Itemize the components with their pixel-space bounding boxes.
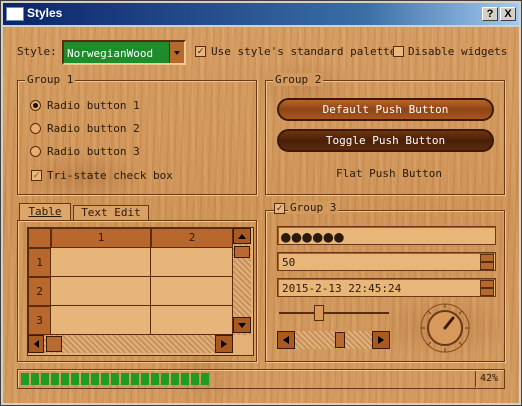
close-button[interactable]: X [500,7,516,21]
scroll-thumb[interactable] [234,246,250,258]
table-cell[interactable] [51,248,151,277]
scroll-right-arrow-icon[interactable] [372,331,390,349]
table-horizontal-scrollbar[interactable] [28,335,233,353]
tab-text-edit[interactable]: Text Edit [73,205,149,221]
style-label: Style: [17,45,57,58]
table-cell[interactable] [151,306,233,335]
spin-box[interactable]: 50 [277,252,496,271]
dial[interactable] [419,302,471,354]
group3-scrollbar[interactable] [277,331,390,349]
scroll-right-arrow-icon[interactable] [215,335,233,353]
datetime-down-icon[interactable] [480,288,494,296]
progress-fill [21,373,209,385]
group1-title: Group 1 [25,73,76,86]
window-title: Styles [27,6,63,20]
progress-bar: 42% [17,369,505,389]
slider-handle[interactable] [314,305,324,321]
tristate-checkbox[interactable]: ✓ [31,170,42,181]
password-field[interactable]: ●●●●●● [277,226,496,246]
table-cell[interactable] [51,277,151,306]
radio-button-1[interactable] [30,100,41,111]
column-header-1[interactable]: 1 [51,228,151,248]
table-corner [28,228,51,248]
use-palette-checkbox[interactable]: ✓ [195,46,206,57]
styles-window: Styles ? X Style: NorwegianWood ✓ Use st… [0,0,522,406]
disable-widgets-checkbox[interactable] [393,46,404,57]
spin-up-icon[interactable] [480,254,494,262]
style-combobox[interactable]: NorwegianWood [62,40,186,65]
datetime-edit[interactable]: 2015-2-13 22:45:24 [277,278,496,297]
table-vertical-scrollbar[interactable] [233,228,251,335]
client-area: Style: NorwegianWood ✓ Use style's stand… [3,27,519,403]
title-bar[interactable]: Styles ? X [3,3,519,25]
table-view[interactable]: 1 2 1 2 3 [27,227,254,356]
column-header-2[interactable]: 2 [151,228,233,248]
spin-down-icon[interactable] [480,262,494,270]
row-header-3[interactable]: 3 [28,306,51,335]
scroll-thumb[interactable] [335,332,345,348]
toggle-push-button[interactable]: Toggle Push Button [277,129,494,152]
radio-button-3-label: Radio button 3 [47,145,140,158]
group3-checkbox[interactable]: ✓ [274,203,285,214]
radio-button-2[interactable] [30,123,41,134]
tristate-label: Tri-state check box [47,169,173,182]
password-field-value: ●●●●●● [281,227,345,246]
tab-table-label: Table [28,205,62,218]
table-cell[interactable] [51,306,151,335]
table-cell[interactable] [151,277,233,306]
row-header-2[interactable]: 2 [28,277,51,306]
scroll-left-arrow-icon[interactable] [277,331,295,349]
horizontal-slider[interactable] [279,305,389,321]
radio-button-2-label: Radio button 2 [47,122,140,135]
scroll-down-arrow-icon[interactable] [233,317,251,333]
hscroll-thumb[interactable] [46,336,62,352]
window-icon [6,7,24,21]
row-header-1[interactable]: 1 [28,248,51,277]
flat-push-button[interactable]: Flat Push Button [336,167,442,180]
radio-button-1-label: Radio button 1 [47,99,140,112]
tab-text-edit-label: Text Edit [81,206,141,219]
help-button[interactable]: ? [482,7,498,21]
radio-button-3[interactable] [30,146,41,157]
progress-label-box: 42% [475,371,504,387]
style-combobox-value: NorwegianWood [67,47,154,60]
datetime-up-icon[interactable] [480,280,494,288]
chevron-down-icon[interactable] [169,42,184,63]
scroll-up-arrow-icon[interactable] [233,228,251,244]
scroll-left-arrow-icon[interactable] [28,335,44,353]
group2-title: Group 2 [273,73,324,86]
tab-table[interactable]: Table [19,203,71,221]
default-push-button[interactable]: Default Push Button [277,98,494,121]
disable-widgets-label: Disable widgets [408,45,508,58]
spin-box-value: 50 [282,256,296,269]
progress-percent-label: 42% [480,373,499,384]
group3-title: Group 3 [288,201,339,214]
use-palette-label: Use style's standard palette [211,45,397,58]
table-cell[interactable] [151,248,233,277]
datetime-edit-value: 2015-2-13 22:45:24 [282,282,402,295]
